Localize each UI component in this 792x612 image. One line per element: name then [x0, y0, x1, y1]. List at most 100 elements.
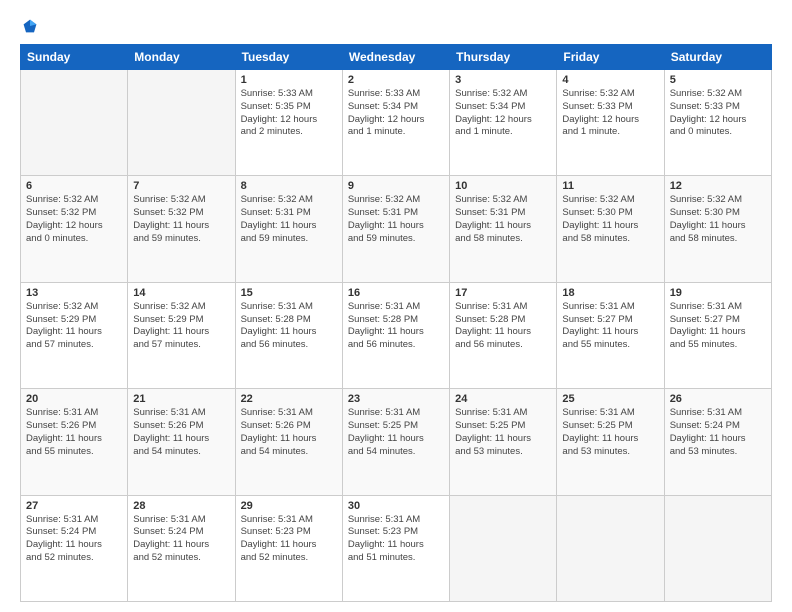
- col-header-sunday: Sunday: [21, 45, 128, 70]
- day-info: Sunrise: 5:31 AM Sunset: 5:28 PM Dayligh…: [455, 301, 551, 352]
- calendar-table: SundayMondayTuesdayWednesdayThursdayFrid…: [20, 44, 772, 602]
- day-info: Sunrise: 5:32 AM Sunset: 5:31 PM Dayligh…: [455, 194, 551, 245]
- day-info: Sunrise: 5:31 AM Sunset: 5:26 PM Dayligh…: [26, 407, 122, 458]
- day-info: Sunrise: 5:31 AM Sunset: 5:24 PM Dayligh…: [670, 407, 766, 458]
- day-number: 19: [670, 287, 766, 299]
- day-info: Sunrise: 5:33 AM Sunset: 5:34 PM Dayligh…: [348, 88, 444, 139]
- day-number: 26: [670, 393, 766, 405]
- day-cell: 25 Sunrise: 5:31 AM Sunset: 5:25 PM Dayli…: [557, 389, 664, 495]
- day-cell: 17 Sunrise: 5:31 AM Sunset: 5:28 PM Dayli…: [450, 282, 557, 388]
- day-cell: [664, 495, 771, 601]
- day-info: Sunrise: 5:31 AM Sunset: 5:28 PM Dayligh…: [241, 301, 337, 352]
- day-info: Sunrise: 5:32 AM Sunset: 5:34 PM Dayligh…: [455, 88, 551, 139]
- col-header-saturday: Saturday: [664, 45, 771, 70]
- day-number: 7: [133, 180, 229, 192]
- day-number: 25: [562, 393, 658, 405]
- day-info: Sunrise: 5:31 AM Sunset: 5:25 PM Dayligh…: [348, 407, 444, 458]
- day-cell: 13 Sunrise: 5:32 AM Sunset: 5:29 PM Dayli…: [21, 282, 128, 388]
- day-info: Sunrise: 5:31 AM Sunset: 5:28 PM Dayligh…: [348, 301, 444, 352]
- day-number: 14: [133, 287, 229, 299]
- day-cell: 14Sunrise: 5:32 AM Sunset: 5:29 PM Dayli…: [128, 282, 235, 388]
- day-number: 6: [26, 180, 122, 192]
- day-info: Sunrise: 5:31 AM Sunset: 5:23 PM Dayligh…: [348, 514, 444, 565]
- day-cell: 30 Sunrise: 5:31 AM Sunset: 5:23 PM Dayli…: [342, 495, 449, 601]
- day-info: Sunrise: 5:31 AM Sunset: 5:26 PM Dayligh…: [241, 407, 337, 458]
- day-cell: 21 Sunrise: 5:31 AM Sunset: 5:26 PM Dayli…: [128, 389, 235, 495]
- day-cell: 12 Sunrise: 5:32 AM Sunset: 5:30 PM Dayli…: [664, 176, 771, 282]
- day-cell: 4Sunrise: 5:32 AM Sunset: 5:33 PM Daylig…: [557, 70, 664, 176]
- day-cell: 15 Sunrise: 5:31 AM Sunset: 5:28 PM Dayli…: [235, 282, 342, 388]
- header: [20, 18, 772, 34]
- day-number: 10: [455, 180, 551, 192]
- day-number: 18: [562, 287, 658, 299]
- day-info: Sunrise: 5:31 AM Sunset: 5:24 PM Dayligh…: [26, 514, 122, 565]
- day-cell: 3 Sunrise: 5:32 AM Sunset: 5:34 PM Daylig…: [450, 70, 557, 176]
- day-number: 22: [241, 393, 337, 405]
- day-number: 13: [26, 287, 122, 299]
- day-info: Sunrise: 5:31 AM Sunset: 5:25 PM Dayligh…: [562, 407, 658, 458]
- day-info: Sunrise: 5:31 AM Sunset: 5:24 PM Dayligh…: [133, 514, 229, 565]
- day-info: Sunrise: 5:32 AM Sunset: 5:33 PM Dayligh…: [670, 88, 766, 139]
- day-cell: [450, 495, 557, 601]
- col-header-monday: Monday: [128, 45, 235, 70]
- day-info: Sunrise: 5:32 AM Sunset: 5:32 PM Dayligh…: [26, 194, 122, 245]
- day-cell: 2 Sunrise: 5:33 AM Sunset: 5:34 PM Daylig…: [342, 70, 449, 176]
- day-cell: [128, 70, 235, 176]
- day-number: 12: [670, 180, 766, 192]
- day-cell: 11 Sunrise: 5:32 AM Sunset: 5:30 PM Dayli…: [557, 176, 664, 282]
- day-cell: 10 Sunrise: 5:32 AM Sunset: 5:31 PM Dayli…: [450, 176, 557, 282]
- day-cell: 26 Sunrise: 5:31 AM Sunset: 5:24 PM Dayli…: [664, 389, 771, 495]
- day-number: 20: [26, 393, 122, 405]
- col-header-thursday: Thursday: [450, 45, 557, 70]
- day-cell: 5Sunrise: 5:32 AM Sunset: 5:33 PM Daylig…: [664, 70, 771, 176]
- logo-icon: [22, 18, 38, 34]
- day-cell: 27Sunrise: 5:31 AM Sunset: 5:24 PM Dayli…: [21, 495, 128, 601]
- day-number: 4: [562, 74, 658, 86]
- day-number: 21: [133, 393, 229, 405]
- day-number: 28: [133, 500, 229, 512]
- day-info: Sunrise: 5:31 AM Sunset: 5:27 PM Dayligh…: [670, 301, 766, 352]
- day-info: Sunrise: 5:32 AM Sunset: 5:29 PM Dayligh…: [26, 301, 122, 352]
- day-number: 3: [455, 74, 551, 86]
- day-number: 2: [348, 74, 444, 86]
- day-number: 15: [241, 287, 337, 299]
- day-number: 1: [241, 74, 337, 86]
- day-info: Sunrise: 5:32 AM Sunset: 5:32 PM Dayligh…: [133, 194, 229, 245]
- day-cell: 22 Sunrise: 5:31 AM Sunset: 5:26 PM Dayli…: [235, 389, 342, 495]
- week-row-1: 1 Sunrise: 5:33 AM Sunset: 5:35 PM Daylig…: [21, 70, 772, 176]
- day-info: Sunrise: 5:31 AM Sunset: 5:25 PM Dayligh…: [455, 407, 551, 458]
- day-info: Sunrise: 5:32 AM Sunset: 5:30 PM Dayligh…: [562, 194, 658, 245]
- day-cell: [557, 495, 664, 601]
- day-info: Sunrise: 5:33 AM Sunset: 5:35 PM Dayligh…: [241, 88, 337, 139]
- day-cell: 18Sunrise: 5:31 AM Sunset: 5:27 PM Dayli…: [557, 282, 664, 388]
- day-info: Sunrise: 5:31 AM Sunset: 5:23 PM Dayligh…: [241, 514, 337, 565]
- week-row-3: 13 Sunrise: 5:32 AM Sunset: 5:29 PM Dayli…: [21, 282, 772, 388]
- day-cell: [21, 70, 128, 176]
- week-row-4: 20 Sunrise: 5:31 AM Sunset: 5:26 PM Dayli…: [21, 389, 772, 495]
- day-number: 8: [241, 180, 337, 192]
- day-cell: 6 Sunrise: 5:32 AM Sunset: 5:32 PM Daylig…: [21, 176, 128, 282]
- day-number: 11: [562, 180, 658, 192]
- day-number: 17: [455, 287, 551, 299]
- day-cell: 19 Sunrise: 5:31 AM Sunset: 5:27 PM Dayli…: [664, 282, 771, 388]
- day-number: 29: [241, 500, 337, 512]
- day-info: Sunrise: 5:32 AM Sunset: 5:31 PM Dayligh…: [241, 194, 337, 245]
- day-cell: 20 Sunrise: 5:31 AM Sunset: 5:26 PM Dayli…: [21, 389, 128, 495]
- col-header-wednesday: Wednesday: [342, 45, 449, 70]
- day-cell: 28 Sunrise: 5:31 AM Sunset: 5:24 PM Dayli…: [128, 495, 235, 601]
- week-row-2: 6 Sunrise: 5:32 AM Sunset: 5:32 PM Daylig…: [21, 176, 772, 282]
- day-cell: 1 Sunrise: 5:33 AM Sunset: 5:35 PM Daylig…: [235, 70, 342, 176]
- col-header-tuesday: Tuesday: [235, 45, 342, 70]
- day-cell: 23 Sunrise: 5:31 AM Sunset: 5:25 PM Dayli…: [342, 389, 449, 495]
- logo: [20, 18, 38, 34]
- header-row: SundayMondayTuesdayWednesdayThursdayFrid…: [21, 45, 772, 70]
- day-number: 30: [348, 500, 444, 512]
- day-info: Sunrise: 5:31 AM Sunset: 5:26 PM Dayligh…: [133, 407, 229, 458]
- day-number: 16: [348, 287, 444, 299]
- day-number: 9: [348, 180, 444, 192]
- col-header-friday: Friday: [557, 45, 664, 70]
- day-cell: 29 Sunrise: 5:31 AM Sunset: 5:23 PM Dayli…: [235, 495, 342, 601]
- day-info: Sunrise: 5:32 AM Sunset: 5:30 PM Dayligh…: [670, 194, 766, 245]
- page: SundayMondayTuesdayWednesdayThursdayFrid…: [0, 0, 792, 612]
- day-number: 23: [348, 393, 444, 405]
